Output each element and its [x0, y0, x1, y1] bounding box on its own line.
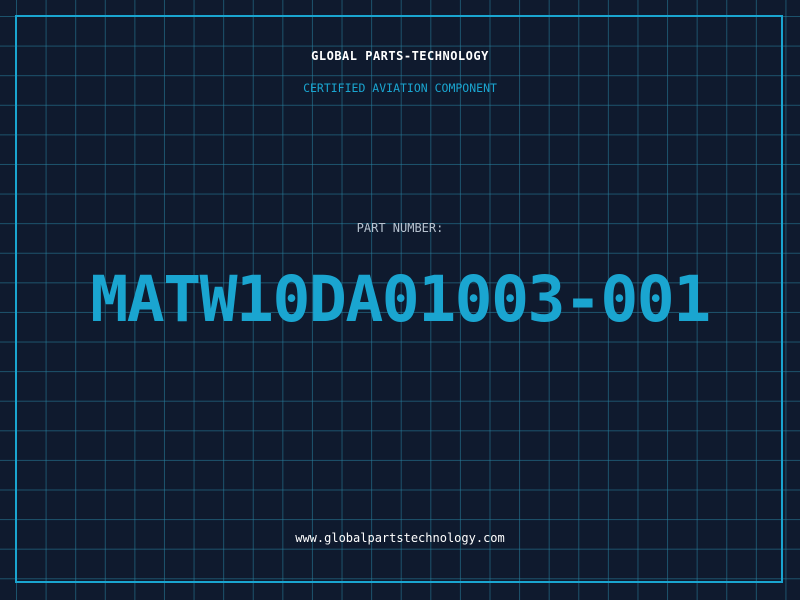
website-url: www.globalpartstechnology.com: [295, 531, 505, 545]
blueprint-canvas: GLOBAL PARTS-TECHNOLOGY CERTIFIED AVIATI…: [0, 0, 800, 600]
certification-subtitle: CERTIFIED AVIATION COMPONENT: [303, 81, 497, 95]
part-number-value: MATW10DA01003-001: [90, 263, 711, 336]
company-name: GLOBAL PARTS-TECHNOLOGY: [311, 49, 489, 63]
part-number-label: PART NUMBER:: [356, 221, 444, 235]
